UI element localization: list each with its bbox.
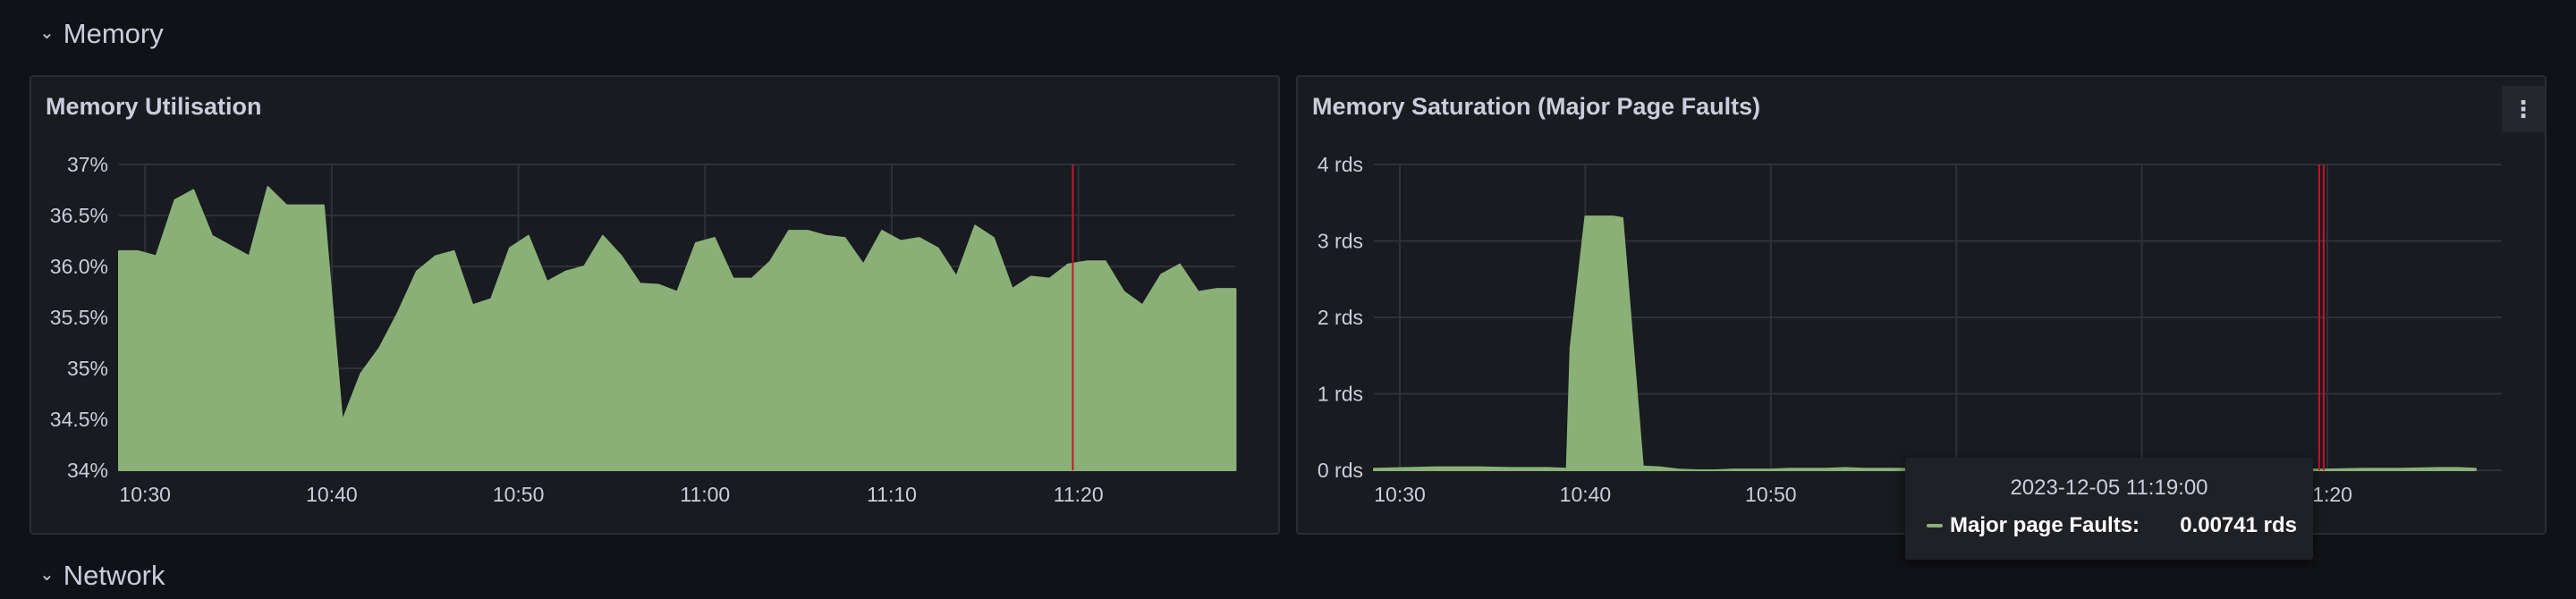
tooltip-value: 0.00741 rds (2180, 513, 2297, 537)
x-tick-label: 11:00 (680, 483, 730, 506)
series-area (118, 186, 1237, 471)
y-tick-label: 36.5% (50, 204, 108, 227)
x-tick-label: 10:30 (119, 483, 171, 506)
x-tick-label: 10:30 (1374, 483, 1426, 506)
tooltip-time: 2023-12-05 11:19:00 (2010, 476, 2208, 500)
y-tick-label: 35.5% (50, 306, 108, 329)
chevron-down-icon: ⌄ (39, 22, 55, 43)
memory-row-header[interactable]: ⌄ Memory (39, 16, 164, 52)
tooltip-series-name: Major page Faults: (1950, 513, 2140, 537)
y-tick-label: 34% (67, 459, 108, 482)
memory-utilisation-panel[interactable]: Memory Utilisation 34% 34.5% 35% 35.5% 36.0%… (30, 75, 1280, 535)
x-tick-label: 11:20 (1054, 483, 1104, 506)
y-tick-label: 4 rds (1318, 153, 1363, 176)
y-tick-label: 34.5% (50, 408, 108, 431)
chevron-down-icon: ⌄ (39, 564, 55, 585)
x-tick-label: 10:40 (306, 483, 358, 506)
x-tick-label: 10:50 (493, 483, 545, 506)
memory-row-title: Memory (63, 18, 164, 49)
y-tick-label: 1 rds (1318, 383, 1363, 406)
y-tick-label: 0 rds (1318, 459, 1363, 482)
network-row-title: Network (63, 560, 165, 591)
series-color-swatch (1927, 524, 1943, 527)
chart-tooltip: 2023-12-05 11:19:00 Major page Faults: 0… (1905, 458, 2313, 560)
x-tick-label: 10:40 (1560, 483, 1612, 506)
y-tick-label: 35% (67, 357, 108, 380)
y-tick-label: 2 rds (1318, 306, 1363, 329)
y-tick-label: 36.0% (50, 255, 108, 278)
series-area (1373, 215, 2477, 471)
y-tick-label: 3 rds (1318, 230, 1363, 253)
tooltip-series-row: Major page Faults: 0.00741 rds (1927, 513, 2297, 538)
x-tick-label: 11:10 (867, 483, 917, 506)
x-tick-label: 10:50 (1745, 483, 1797, 506)
network-row-header[interactable]: ⌄ Network (39, 558, 165, 594)
memory-utilisation-chart[interactable]: 34% 34.5% 35% 35.5% 36.0% 36.5% 37% 10:30 10:40 1… (31, 77, 1278, 533)
y-tick-label: 37% (67, 153, 108, 176)
